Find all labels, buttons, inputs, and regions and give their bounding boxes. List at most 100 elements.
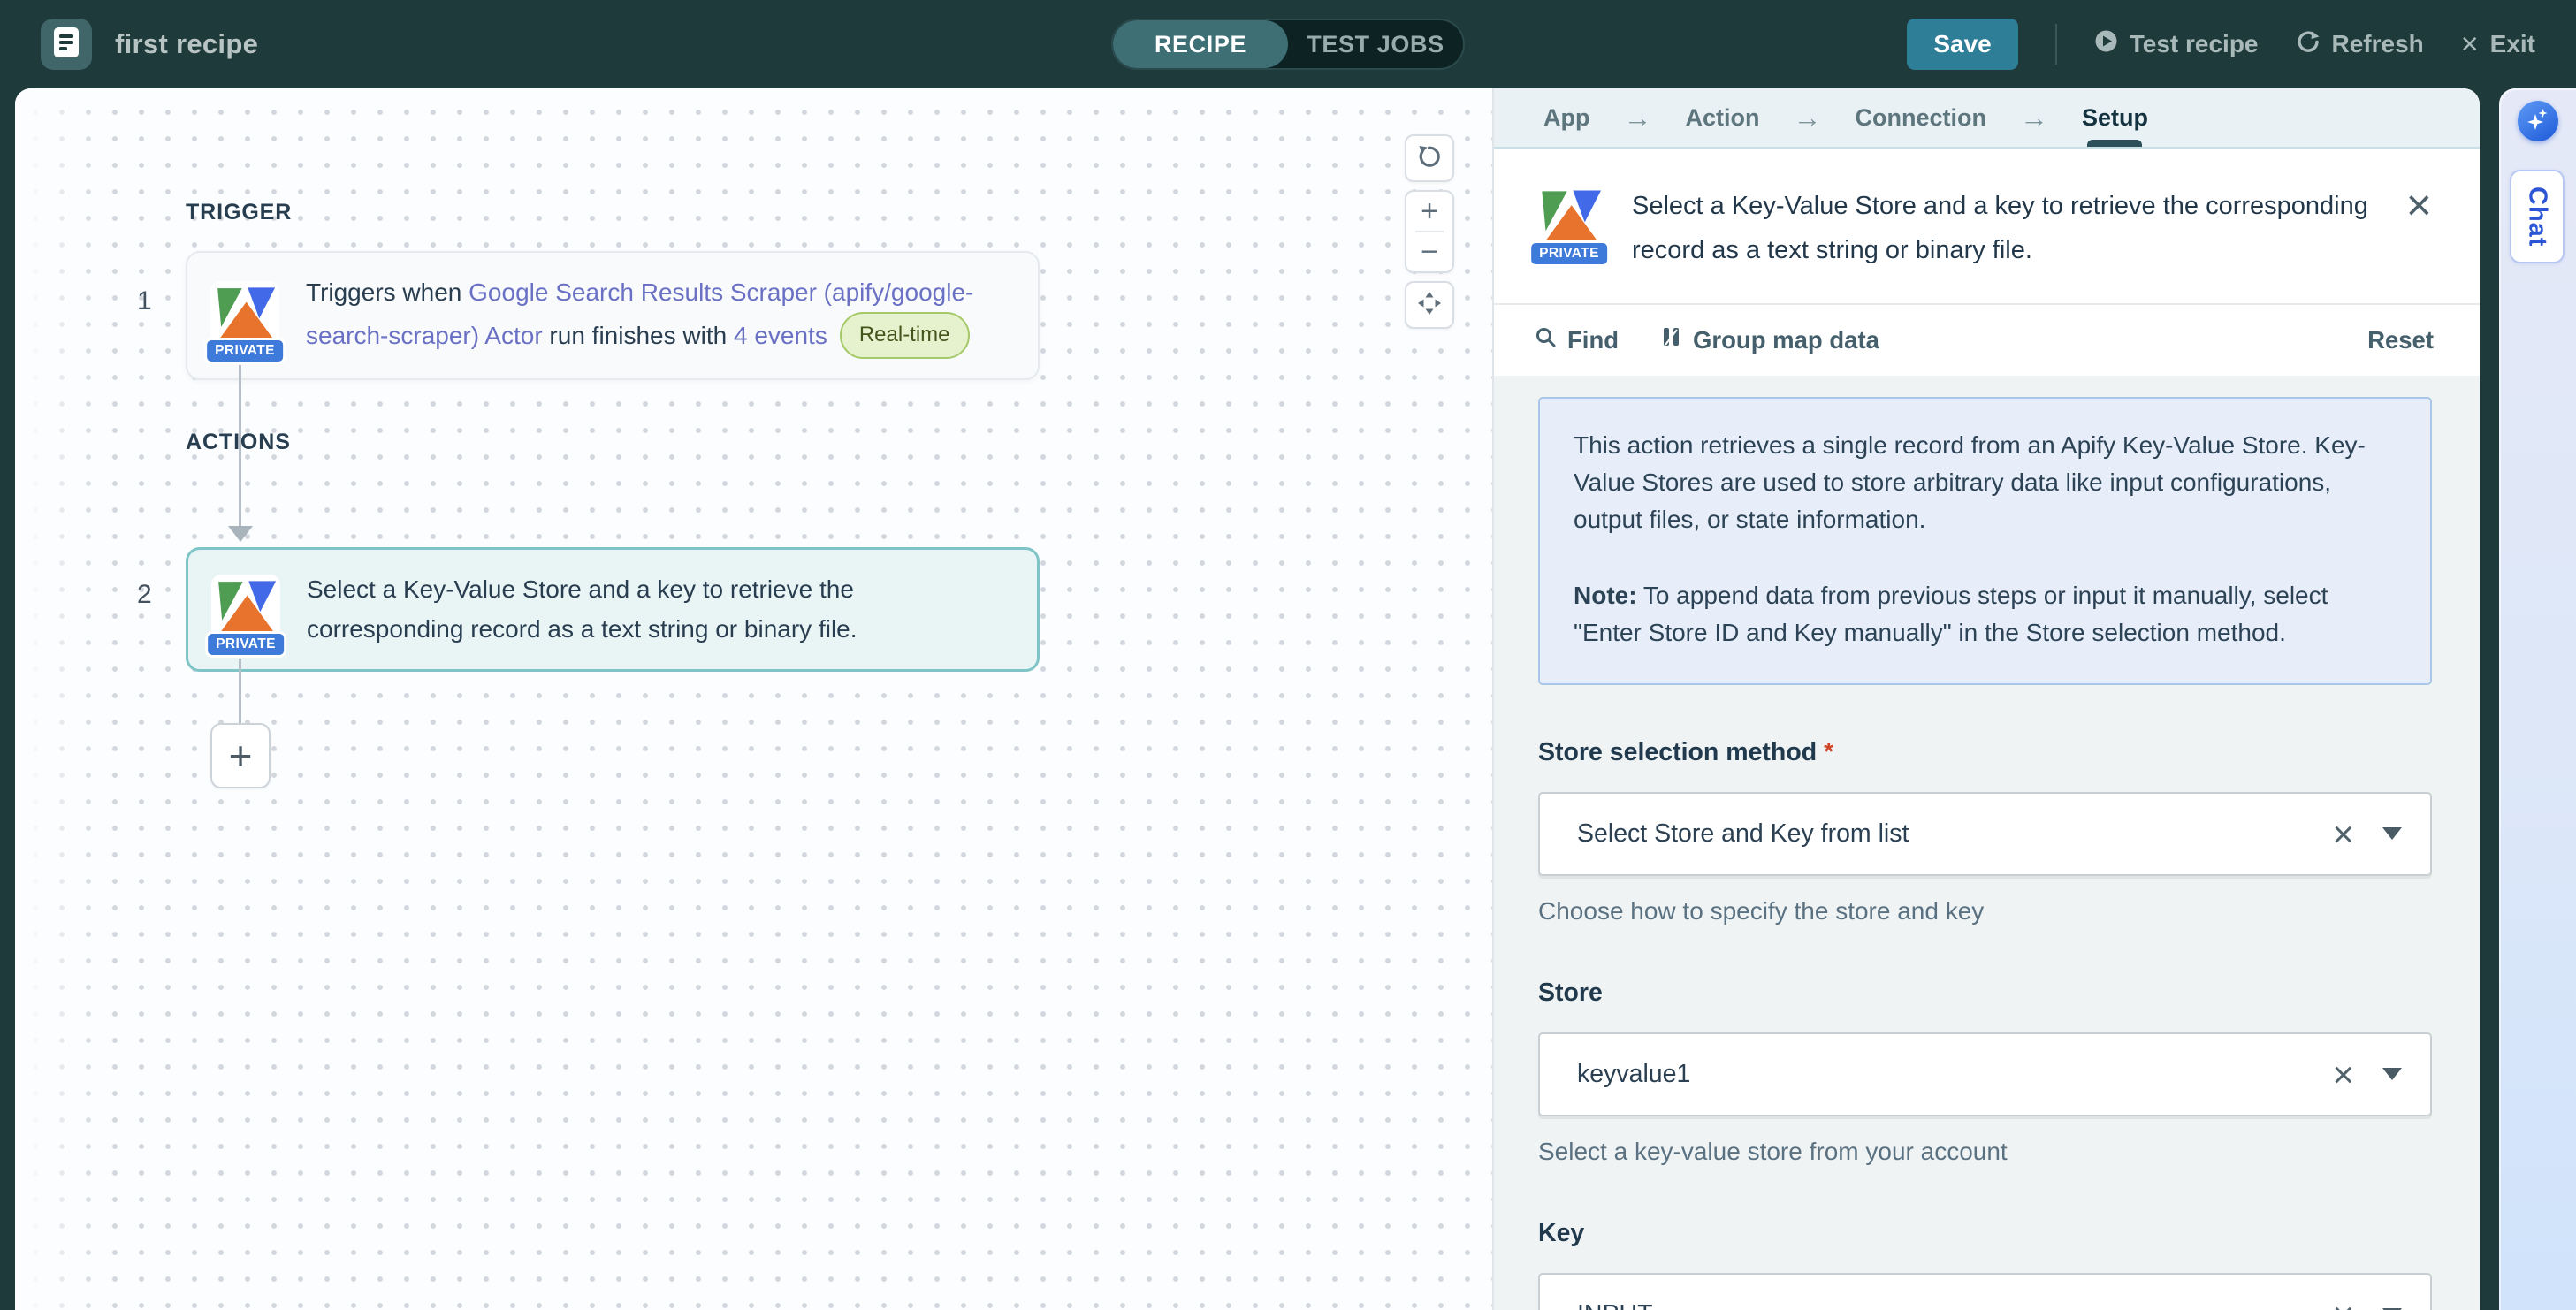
ai-assistant-button[interactable] <box>2518 101 2558 141</box>
breadcrumb-arrow-icon: → <box>1623 88 1651 147</box>
connector-line <box>239 659 241 723</box>
topbar: first recipe RECIPE TEST JOBS Save Test … <box>0 0 2576 88</box>
chat-label: Chat <box>2523 187 2552 247</box>
private-badge: PRIVATE <box>204 338 286 364</box>
topbar-divider <box>2055 24 2057 65</box>
step-number-2: 2 <box>137 580 152 610</box>
field-label: Store selection method* <box>1538 738 2432 767</box>
refresh-label: Refresh <box>2332 30 2424 58</box>
group-bars-icon <box>1661 325 1682 354</box>
action-description: Select a Key-Value Store and a key to re… <box>1632 184 2401 273</box>
required-asterisk: * <box>1824 738 1833 766</box>
trigger-section-label: TRIGGER <box>186 200 292 225</box>
panel-header: PRIVATE Select a Key-Value Store and a k… <box>1494 149 2480 303</box>
trigger-text-middle: run finishes with <box>543 322 734 349</box>
app-logo-button[interactable] <box>41 19 92 70</box>
key-select[interactable]: INPUT × <box>1538 1273 2432 1310</box>
private-badge: PRIVATE <box>205 631 286 658</box>
store-select[interactable]: keyvalue1 × <box>1538 1032 2432 1116</box>
refresh-icon <box>2296 29 2321 60</box>
dropdown-caret-icon[interactable] <box>2382 827 2402 840</box>
action-step-card-selected[interactable]: PRIVATE Select a Key-Value Store and a k… <box>186 547 1040 672</box>
apify-actor-icon: PRIVATE <box>211 575 280 644</box>
zoom-in-button[interactable]: + <box>1406 192 1452 231</box>
breadcrumb-arrow-icon: → <box>1793 88 1821 147</box>
fit-view-button[interactable] <box>1405 281 1454 329</box>
field-label: Store <box>1538 979 2432 1008</box>
field-label: Key <box>1538 1219 2432 1248</box>
test-recipe-button[interactable]: Test recipe <box>2094 29 2259 59</box>
note-label: Note: <box>1574 582 1637 609</box>
field-key: Key INPUT × Select a key from the chosen… <box>1538 1219 2432 1310</box>
refresh-button[interactable]: Refresh <box>2296 29 2424 60</box>
selected-value: Select Store and Key from list <box>1577 819 1909 849</box>
private-badge: PRIVATE <box>1528 240 1610 267</box>
recipe-canvas[interactable]: TRIGGER 1 PRIVATE Triggers when Google S… <box>15 88 1492 1310</box>
chat-tab-button[interactable]: Chat <box>2510 170 2565 263</box>
clear-selection-icon[interactable]: × <box>2332 819 2354 849</box>
clear-selection-icon[interactable]: × <box>2332 1300 2354 1310</box>
breadcrumb-action[interactable]: Action <box>1685 88 1759 147</box>
fit-view-icon <box>1417 291 1442 320</box>
exit-label: Exit <box>2490 30 2535 58</box>
trigger-step-text: Triggers when Google Search Results Scra… <box>306 272 1011 359</box>
close-panel-button[interactable]: × <box>2401 184 2437 226</box>
exit-button[interactable]: × Exit <box>2461 29 2535 59</box>
page-title: first recipe <box>115 28 258 60</box>
reset-button[interactable]: Reset <box>2367 326 2434 354</box>
setup-form: This action retrieves a single record fr… <box>1494 376 2480 1310</box>
add-step-button[interactable]: + <box>210 723 271 788</box>
info-note: Note: To append data from previous steps… <box>1574 577 2397 651</box>
canvas-zoom-controls: + − <box>1405 134 1454 337</box>
connector-arrowhead <box>228 526 253 542</box>
group-map-data-button[interactable]: Group map data <box>1661 325 1879 354</box>
search-icon <box>1535 326 1557 354</box>
breadcrumb-connection[interactable]: Connection <box>1855 88 1986 147</box>
field-label-text: Key <box>1538 1219 1584 1247</box>
selected-value: INPUT <box>1577 1300 1653 1310</box>
zoom-out-button[interactable]: − <box>1406 232 1452 271</box>
field-helper-text: Select a key-value store from your accou… <box>1538 1138 2432 1166</box>
breadcrumb-app[interactable]: App <box>1543 88 1589 147</box>
panel-toolbar: Find Group map data Reset <box>1494 303 2480 376</box>
dropdown-caret-icon[interactable] <box>2382 1068 2402 1080</box>
apify-actor-icon: PRIVATE <box>1535 184 1604 253</box>
action-step-text: Select a Key-Value Store and a key to re… <box>307 569 1010 650</box>
reset-view-icon <box>1417 144 1442 173</box>
select-controls: × <box>2332 1060 2402 1090</box>
tab-test-jobs[interactable]: TEST JOBS <box>1288 20 1463 68</box>
realtime-badge: Real-time <box>840 312 970 359</box>
field-store: Store keyvalue1 × Select a key-value sto… <box>1538 979 2432 1166</box>
play-circle-icon <box>2094 29 2118 59</box>
topbar-actions: Save Test recipe Refresh × Exit <box>1907 19 2535 70</box>
canvas-edge-fade <box>15 88 103 1310</box>
field-label-text: Store <box>1538 979 1603 1007</box>
breadcrumb-setup[interactable]: Setup <box>2082 88 2148 147</box>
select-controls: × <box>2332 819 2402 849</box>
field-store-selection-method: Store selection method* Select Store and… <box>1538 738 2432 925</box>
store-selection-method-select[interactable]: Select Store and Key from list × <box>1538 792 2432 876</box>
events-link[interactable]: 4 events <box>734 322 827 349</box>
trigger-text-prefix: Triggers when <box>306 278 469 306</box>
select-controls: × <box>2332 1300 2402 1310</box>
setup-panel: App → Action → Connection → Setup PRIVAT… <box>1494 88 2480 1310</box>
group-map-data-label: Group map data <box>1693 326 1879 354</box>
save-button[interactable]: Save <box>1907 19 2017 70</box>
zoom-group: + − <box>1405 190 1454 273</box>
setup-breadcrumb: App → Action → Connection → Setup <box>1494 88 2480 149</box>
test-recipe-label: Test recipe <box>2130 30 2259 58</box>
selected-value: keyvalue1 <box>1577 1060 1690 1089</box>
reset-view-button[interactable] <box>1405 134 1454 182</box>
find-label: Find <box>1567 326 1619 354</box>
apify-actor-icon: PRIVATE <box>210 281 279 350</box>
clear-selection-icon[interactable]: × <box>2332 1060 2354 1090</box>
tab-recipe[interactable]: RECIPE <box>1113 20 1288 68</box>
view-tabs: RECIPE TEST JOBS <box>1111 19 1465 70</box>
chat-sidebar: Chat <box>2499 88 2576 1310</box>
note-text: To append data from previous steps or in… <box>1574 582 2328 646</box>
close-x-icon: × <box>2461 29 2479 59</box>
actions-section-label: ACTIONS <box>186 430 291 455</box>
trigger-step-card[interactable]: PRIVATE Triggers when Google Search Resu… <box>186 251 1040 380</box>
action-info-box: This action retrieves a single record fr… <box>1538 397 2432 685</box>
find-button[interactable]: Find <box>1535 326 1619 354</box>
